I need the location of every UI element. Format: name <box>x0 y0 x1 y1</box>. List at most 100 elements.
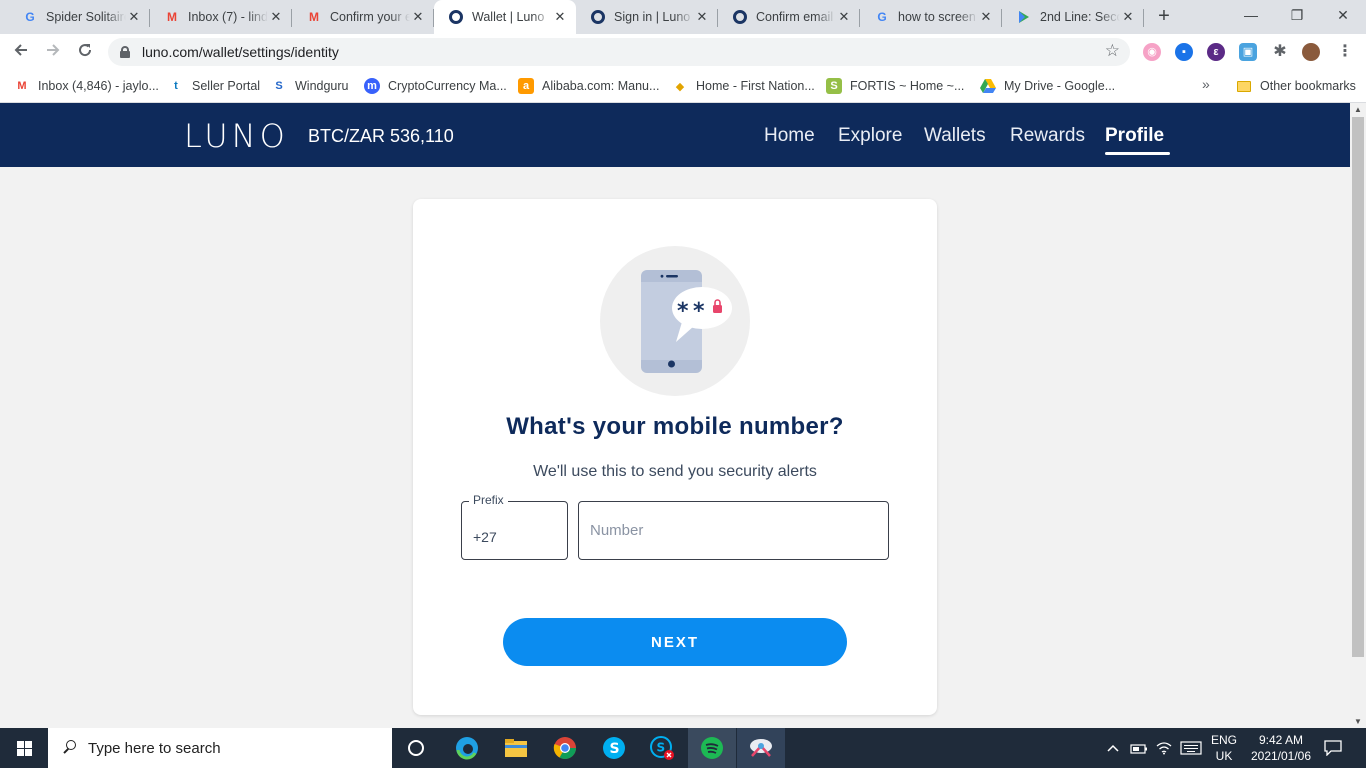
menu-dots-icon[interactable]: ⋮ <box>1336 43 1354 61</box>
bookmark-label: My Drive - Google... <box>1004 79 1116 93</box>
tab-spider-solitaire[interactable]: G Spider Solitaire ✕ <box>8 0 150 34</box>
tab-how-to-screen[interactable]: G how to screen ✕ <box>860 0 1002 34</box>
close-icon[interactable]: ✕ <box>410 9 426 25</box>
bookmark-seller-portal[interactable]: t Seller Portal <box>168 76 260 96</box>
bookmark-alibaba[interactable]: a Alibaba.com: Manu... <box>518 76 659 96</box>
skype-icon[interactable]: S <box>600 734 628 762</box>
tab-wallet-luno[interactable]: Wallet | Luno ✕ <box>434 0 576 34</box>
search-icon <box>62 740 78 756</box>
minimize-button[interactable]: — <box>1228 0 1274 34</box>
nav-wallets[interactable]: Wallets <box>924 125 986 147</box>
nav-profile[interactable]: Profile <box>1105 125 1164 147</box>
btc-zar-ticker: BTC/ZAR 536,110 <box>308 126 454 146</box>
page-subtitle: We'll use this to send you security aler… <box>533 463 817 480</box>
prefix-label: Prefix <box>469 493 508 507</box>
snipping-tool-icon[interactable] <box>747 734 775 762</box>
tab-title: Spider Solitaire <box>46 10 126 24</box>
spotify-icon[interactable] <box>698 734 726 762</box>
nav-active-indicator <box>1105 152 1170 155</box>
back-button[interactable] <box>8 39 34 65</box>
close-icon[interactable]: ✕ <box>552 9 568 25</box>
close-icon[interactable]: ✕ <box>126 9 142 25</box>
wifi-icon[interactable] <box>1156 728 1172 768</box>
next-button[interactable]: NEXT <box>503 618 847 666</box>
page-scrollbar[interactable]: ▲ ▼ <box>1350 103 1366 728</box>
region-code: UK <box>1215 749 1233 763</box>
close-icon[interactable]: ✕ <box>1120 9 1136 25</box>
tab-title: Wallet | Luno <box>472 10 545 24</box>
bookmark-windguru[interactable]: S Windguru <box>271 76 349 96</box>
phone-number-input[interactable] <box>578 501 889 560</box>
taskbar-search[interactable]: Type here to search <box>48 728 392 768</box>
profile-avatar[interactable] <box>1302 43 1320 61</box>
forward-button[interactable] <box>40 39 66 65</box>
arrow-left-icon <box>14 44 27 56</box>
chrome-icon[interactable] <box>551 734 579 762</box>
lock-icon[interactable] <box>120 46 130 58</box>
nav-explore[interactable]: Explore <box>838 125 902 147</box>
extension-screenshot-icon[interactable]: ▣ <box>1239 43 1257 61</box>
windguru-icon: S <box>275 80 283 92</box>
scroll-down-arrow-icon[interactable]: ▼ <box>1354 717 1362 726</box>
scroll-up-arrow-icon[interactable]: ▲ <box>1354 105 1362 114</box>
tab-inbox[interactable]: M Inbox (7) - lind ✕ <box>150 0 292 34</box>
extensions-puzzle-icon[interactable]: ✱ <box>1271 43 1289 61</box>
luno-icon <box>732 9 748 25</box>
reload-button[interactable] <box>72 39 98 65</box>
address-bar[interactable]: luno.com/wallet/settings/identity ☆ <box>108 38 1130 66</box>
bookmark-my-drive[interactable]: My Drive - Google... <box>980 76 1115 96</box>
extension-blue-icon[interactable]: ▪ <box>1175 43 1193 61</box>
battery-icon[interactable] <box>1130 728 1148 768</box>
notifications-icon[interactable] <box>1324 728 1342 768</box>
start-button[interactable] <box>0 728 48 768</box>
nav-home[interactable]: Home <box>764 125 815 147</box>
extension-owl-icon[interactable]: ◉ <box>1143 43 1161 61</box>
luno-logo[interactable]: LUNO <box>184 120 289 152</box>
google-drive-icon <box>980 78 996 94</box>
luno-icon <box>590 9 606 25</box>
svg-text:*: * <box>677 299 689 324</box>
restore-button[interactable]: ❐ <box>1274 0 1320 34</box>
tab-title: Confirm email <box>756 10 834 24</box>
bookmark-fortis[interactable]: S FORTIS ~ Home ~... <box>826 76 964 96</box>
bookmark-cryptocurrency[interactable]: m CryptoCurrency Ma... <box>364 76 507 96</box>
tab-title: Sign in | Luno <box>614 10 691 24</box>
show-hidden-icons-chevron-icon[interactable] <box>1106 728 1120 768</box>
file-explorer-icon[interactable] <box>502 734 530 762</box>
system-clock[interactable]: 9:42 AM 2021/01/06 <box>1246 732 1316 764</box>
cortana-icon[interactable] <box>402 734 430 762</box>
other-bookmarks[interactable]: Other bookmarks <box>1236 76 1356 96</box>
tab-2nd-line[interactable]: 2nd Line: Seco ✕ <box>1002 0 1144 34</box>
close-icon[interactable]: ✕ <box>268 9 284 25</box>
language-indicator[interactable]: ENG UK <box>1208 732 1240 764</box>
close-window-button[interactable]: ✕ <box>1320 0 1366 34</box>
bookmark-first-national[interactable]: ◆ Home - First Nation... <box>672 76 815 96</box>
close-icon[interactable]: ✕ <box>694 9 710 25</box>
more-bookmarks-chevron-icon[interactable]: » <box>1202 76 1210 92</box>
bookmark-inbox[interactable]: M Inbox (4,846) - jaylo... <box>14 76 159 96</box>
extension-purple-icon[interactable]: ε <box>1207 43 1225 61</box>
edge-icon[interactable] <box>453 734 481 762</box>
new-tab-button[interactable]: + <box>1152 5 1176 29</box>
close-icon[interactable]: ✕ <box>978 9 994 25</box>
skype-business-icon[interactable]: S <box>648 734 676 762</box>
svg-text:S: S <box>610 741 620 757</box>
tab-confirm-email[interactable]: Confirm email ✕ <box>718 0 860 34</box>
windows-logo-icon <box>16 740 32 756</box>
star-icon[interactable]: ☆ <box>1105 41 1120 61</box>
bookmark-label: Windguru <box>295 79 349 93</box>
bookmark-label: Seller Portal <box>192 79 261 93</box>
phone-password-illustration-icon: * * <box>600 246 750 396</box>
bookmark-label: Home - First Nation... <box>696 79 815 93</box>
browser-tab-strip: G Spider Solitaire ✕ M Inbox (7) - lind … <box>0 0 1366 34</box>
prefix-input[interactable] <box>473 529 553 545</box>
alibaba-icon: a <box>518 78 534 94</box>
keyboard-icon[interactable] <box>1180 728 1202 768</box>
svg-text:*: * <box>693 299 705 324</box>
tab-confirm-your-email[interactable]: M Confirm your e ✕ <box>292 0 434 34</box>
scroll-thumb[interactable] <box>1352 117 1364 657</box>
tab-title: Confirm your e <box>330 10 410 24</box>
close-icon[interactable]: ✕ <box>836 9 852 25</box>
tab-sign-in-luno[interactable]: Sign in | Luno ✕ <box>576 0 718 34</box>
nav-rewards[interactable]: Rewards <box>1010 125 1085 147</box>
